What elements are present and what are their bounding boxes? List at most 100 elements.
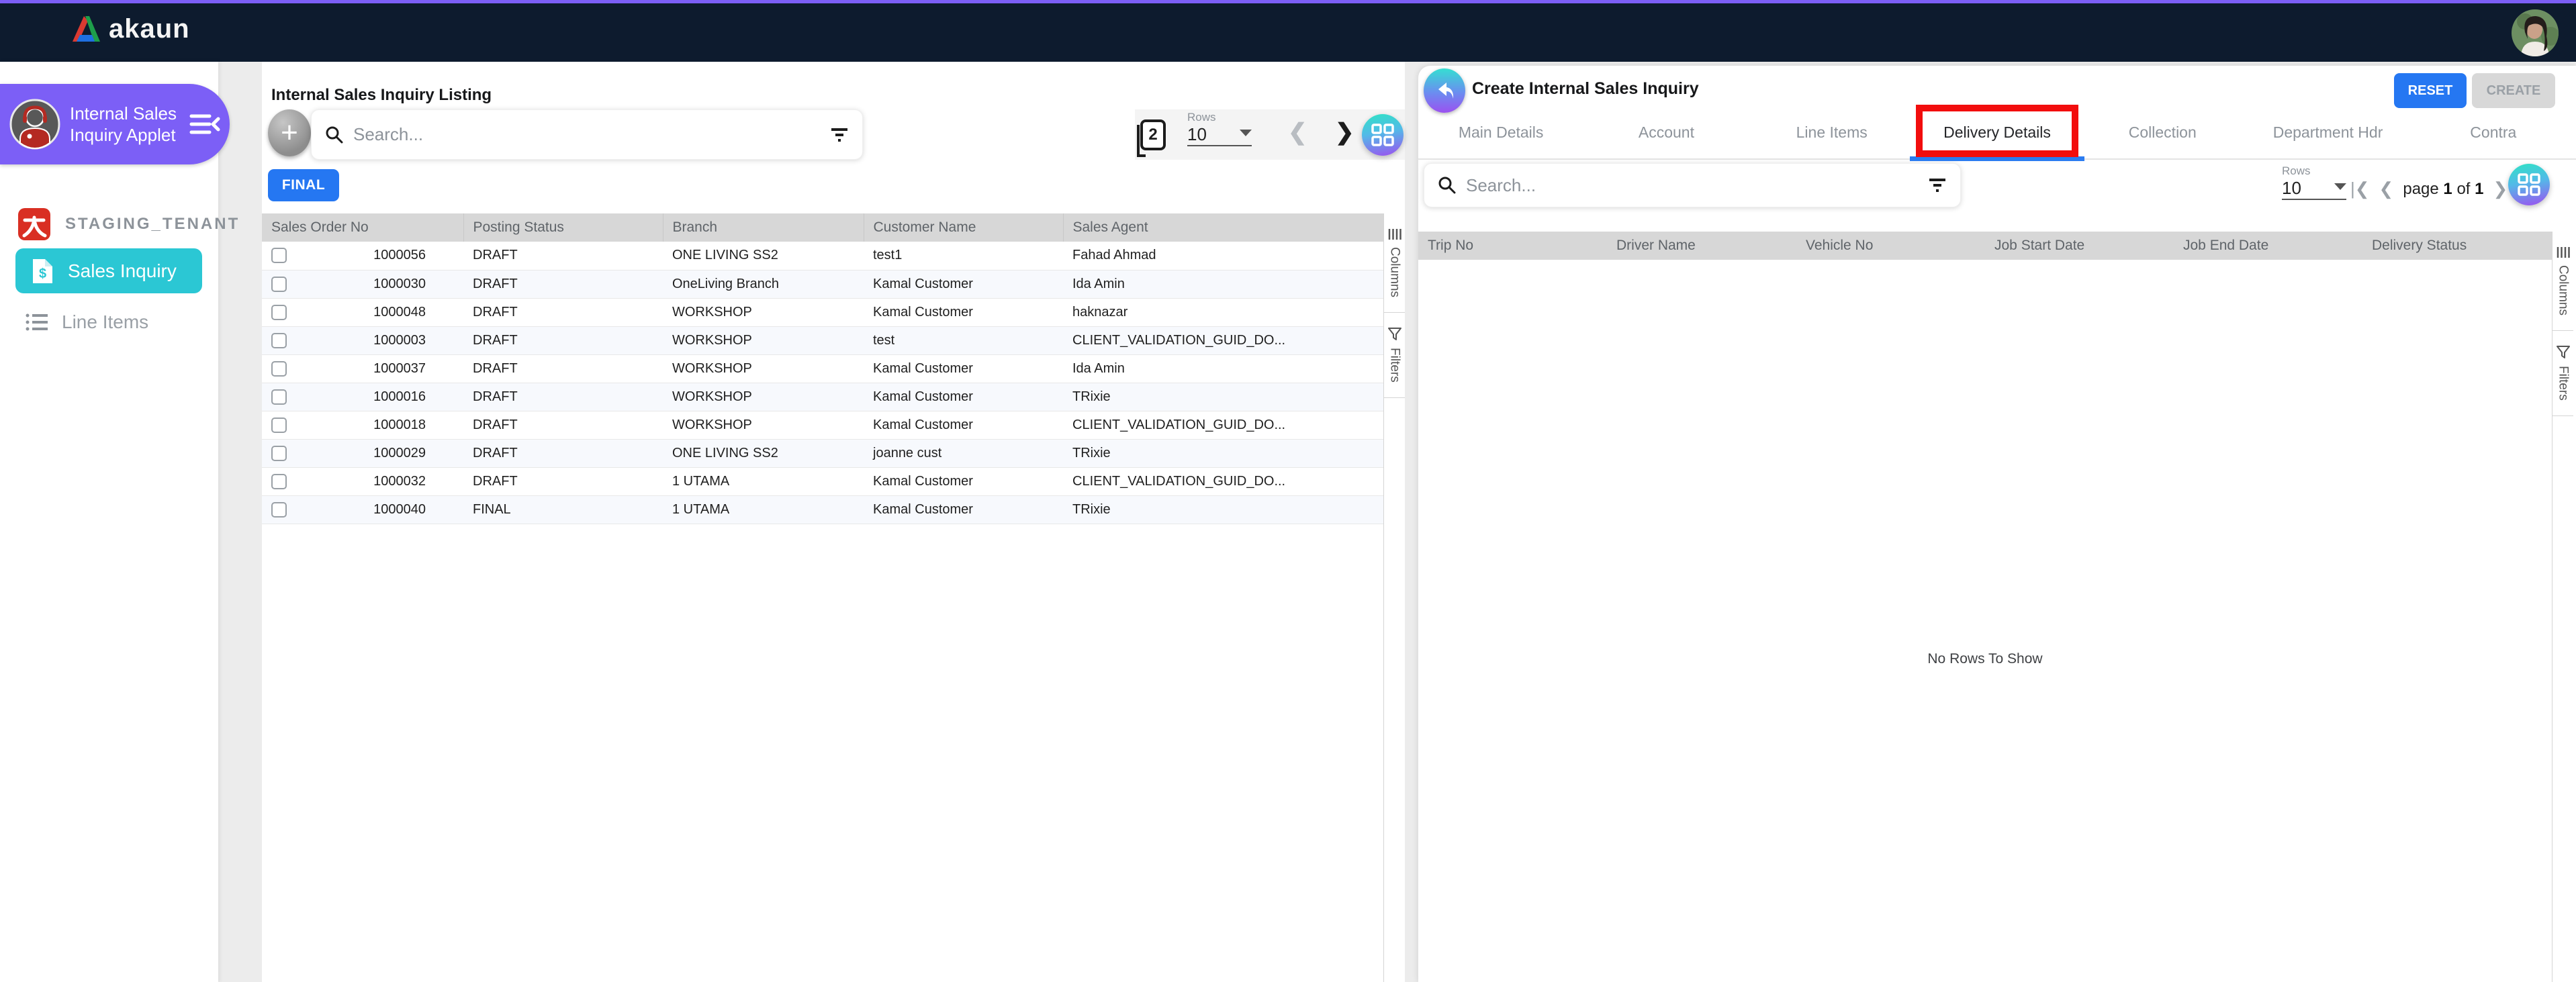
columns-side-tab[interactable]: Columns bbox=[2552, 232, 2573, 331]
add-record-button[interactable]: + bbox=[268, 109, 311, 156]
applet-title: Internal Sales Inquiry Applet bbox=[70, 103, 177, 145]
rows-label: Rows bbox=[1187, 111, 1216, 124]
empty-state-message: No Rows To Show bbox=[1927, 651, 2043, 667]
listing-title: Internal Sales Inquiry Listing bbox=[271, 86, 492, 104]
filter-list-icon[interactable] bbox=[830, 128, 849, 142]
row-checkbox[interactable] bbox=[271, 473, 287, 489]
row-checkbox[interactable] bbox=[271, 304, 287, 320]
table-row[interactable]: 1000056 DRAFT ONE LIVING SS2 test1 Fahad Ah… bbox=[262, 242, 1383, 271]
prev-page-button[interactable]: ❮ bbox=[2379, 179, 2394, 199]
sales-doc-icon: $ bbox=[30, 258, 54, 285]
col-header[interactable]: Delivery Status bbox=[2362, 232, 2552, 260]
listing-search-input[interactable] bbox=[353, 124, 821, 145]
create-inquiry-panel: Create Internal Sales Inquiry RESET CREA… bbox=[1418, 66, 2576, 982]
row-checkbox[interactable] bbox=[271, 332, 287, 348]
grid-view-button[interactable] bbox=[1362, 114, 1404, 156]
first-page-button[interactable]: |❮ bbox=[2350, 179, 2370, 199]
table-row[interactable]: 1000032 DRAFT 1 UTAMA Kamal Customer CLIENT… bbox=[262, 467, 1383, 496]
funnel-icon bbox=[1387, 327, 1401, 341]
funnel-icon bbox=[2556, 345, 2570, 359]
tab-contra[interactable]: Contra bbox=[2411, 106, 2576, 158]
row-checkbox[interactable] bbox=[271, 445, 287, 461]
support-agent-icon bbox=[9, 99, 60, 150]
akaun-logo: akaun bbox=[70, 13, 190, 45]
listing-search bbox=[311, 109, 863, 160]
table-row[interactable]: 1000018 DRAFT WORKSHOP Kamal Customer CLIEN… bbox=[262, 411, 1383, 440]
rows-label: Rows bbox=[2282, 164, 2311, 177]
col-header[interactable]: Job End Date bbox=[2174, 232, 2362, 260]
columns-icon bbox=[2557, 246, 2570, 258]
grid-icon bbox=[1371, 124, 1394, 146]
table-row[interactable]: 1000040 FINAL 1 UTAMA Kamal Customer TRixie bbox=[262, 495, 1383, 524]
collapse-sidebar-icon[interactable] bbox=[189, 112, 220, 136]
col-header[interactable]: Job Start Date bbox=[1985, 232, 2174, 260]
col-header[interactable]: Posting Status bbox=[463, 213, 663, 242]
reset-button[interactable]: RESET bbox=[2394, 73, 2467, 108]
delivery-table: Trip No Driver Name Vehicle No Job Start… bbox=[1418, 232, 2552, 260]
next-page-button[interactable]: ❯ bbox=[1335, 121, 1354, 144]
row-checkbox[interactable] bbox=[271, 248, 287, 264]
table-row[interactable]: 1000029 DRAFT ONE LIVING SS2 joanne cust TR… bbox=[262, 439, 1383, 468]
sidebar-item-line-items[interactable]: Line Items bbox=[26, 311, 148, 333]
col-header[interactable]: Branch bbox=[663, 213, 864, 242]
table-row[interactable]: 1000030 DRAFT OneLiving Branch Kamal Custo… bbox=[262, 270, 1383, 299]
logo-text: akaun bbox=[109, 13, 190, 44]
delivery-header-row: Trip No Driver Name Vehicle No Job Start… bbox=[1418, 232, 2552, 260]
detail-search-input[interactable] bbox=[1466, 175, 1919, 196]
filters-side-tab[interactable]: Filters bbox=[2552, 331, 2573, 416]
tab-line-items[interactable]: Line Items bbox=[1749, 106, 1915, 158]
filters-side-tab[interactable]: Filters bbox=[1384, 313, 1405, 398]
final-filter-chip[interactable]: FINAL bbox=[268, 169, 339, 201]
svg-text:$: $ bbox=[39, 266, 46, 281]
col-header[interactable]: Vehicle No bbox=[1796, 232, 1985, 260]
columns-icon bbox=[1388, 228, 1401, 240]
col-header[interactable]: Trip No bbox=[1418, 232, 1607, 260]
back-arrow-icon bbox=[1433, 79, 1456, 102]
tab-bar: Main Details Account Line Items Delivery… bbox=[1418, 105, 2576, 161]
table-row[interactable]: 1000003 DRAFT WORKSHOP test CLIENT_VALIDATI… bbox=[262, 326, 1383, 355]
next-page-button[interactable]: ❯ bbox=[2493, 179, 2508, 199]
rows-per-page-select[interactable]: 10 bbox=[2282, 178, 2346, 200]
table-row[interactable]: 1000048 DRAFT WORKSHOP Kamal Customer hakna… bbox=[262, 298, 1383, 327]
pages-icon[interactable]: 2 bbox=[1137, 119, 1166, 157]
detail-side-strip: Columns Filters bbox=[2552, 232, 2573, 982]
col-header[interactable]: Customer Name bbox=[864, 213, 1064, 242]
filter-list-icon[interactable] bbox=[1928, 178, 1947, 193]
row-checkbox[interactable] bbox=[271, 276, 287, 292]
caret-down-icon bbox=[2334, 183, 2346, 190]
rows-per-page-select[interactable]: 10 bbox=[1187, 124, 1252, 146]
listing-panel: Internal Sales Inquiry Listing + 2 Rows … bbox=[262, 62, 1405, 982]
tab-account[interactable]: Account bbox=[1583, 106, 1749, 158]
row-checkbox[interactable] bbox=[271, 360, 287, 377]
topbar: akaun bbox=[0, 0, 2576, 62]
row-checkbox[interactable] bbox=[271, 389, 287, 405]
row-checkbox[interactable] bbox=[271, 417, 287, 433]
detail-rows-control: Rows 10 bbox=[2282, 164, 2346, 200]
active-tab-underline bbox=[1909, 156, 2084, 161]
table-row[interactable]: 1000037 DRAFT WORKSHOP Kamal Customer Ida A… bbox=[262, 354, 1383, 383]
prev-page-button[interactable]: ❮ bbox=[1288, 121, 1307, 144]
listing-table: Sales Order No Posting Status Branch Cus… bbox=[262, 213, 1383, 524]
row-checkbox[interactable] bbox=[271, 501, 287, 518]
tab-department-hdr[interactable]: Department Hdr bbox=[2245, 106, 2410, 158]
sidebar-item-label: Line Items bbox=[62, 311, 149, 332]
avatar[interactable] bbox=[2512, 9, 2559, 56]
tab-collection[interactable]: Collection bbox=[2080, 106, 2245, 158]
page-title: Create Internal Sales Inquiry bbox=[1472, 79, 1699, 98]
tab-main-details[interactable]: Main Details bbox=[1418, 106, 1583, 158]
col-header[interactable]: Driver Name bbox=[1607, 232, 1796, 260]
grid-view-button[interactable] bbox=[2508, 164, 2550, 205]
create-button[interactable]: CREATE bbox=[2472, 73, 2555, 108]
listing-header-row: Sales Order No Posting Status Branch Cus… bbox=[262, 213, 1383, 242]
columns-side-tab[interactable]: Columns bbox=[1384, 213, 1405, 313]
sidebar-item-label: Sales Inquiry bbox=[68, 260, 177, 281]
listing-rows-control: Rows 10 bbox=[1187, 111, 1252, 146]
search-icon bbox=[325, 126, 344, 144]
applet-header[interactable]: Internal Sales Inquiry Applet bbox=[0, 84, 230, 164]
tab-delivery-details[interactable]: Delivery Details bbox=[1909, 105, 2084, 161]
sidebar-item-tenant[interactable]: STAGING_TENANT bbox=[18, 208, 240, 240]
col-header[interactable]: Sales Agent bbox=[1063, 213, 1383, 242]
col-header[interactable]: Sales Order No bbox=[262, 213, 464, 242]
table-row[interactable]: 1000016 DRAFT WORKSHOP Kamal Customer TRixi… bbox=[262, 383, 1383, 411]
sidebar-item-sales-inquiry[interactable]: $ Sales Inquiry bbox=[15, 248, 202, 293]
